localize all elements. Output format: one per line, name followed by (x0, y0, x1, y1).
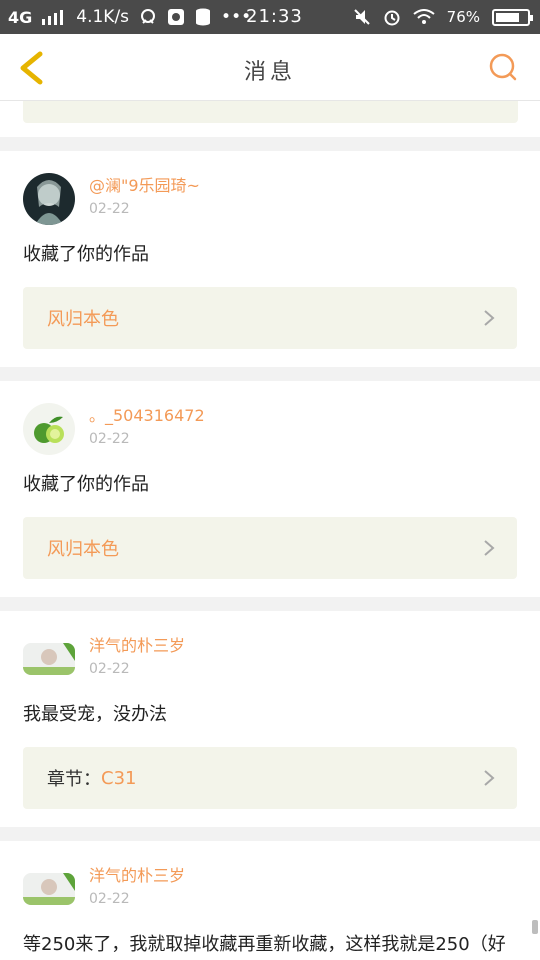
chevron-right-icon (484, 310, 495, 326)
avatar[interactable] (23, 873, 75, 905)
chapter-label: 章节： (47, 769, 101, 790)
alarm-icon (384, 10, 400, 26)
chapter-reference-button[interactable]: 章节： C31 (23, 747, 517, 809)
username[interactable]: @澜"9乐园琦~ (89, 175, 200, 197)
date: 02-22 (89, 661, 130, 677)
qq-icon (141, 9, 156, 24)
message-text: 收藏了你的作品 (23, 244, 149, 265)
app-icon (168, 9, 185, 25)
status-bar: 4G 4.1K/s ••• 21:33 76% (0, 0, 540, 34)
chapter-value: C31 (101, 767, 137, 789)
username[interactable]: 洋气的朴三岁 (89, 865, 185, 887)
header: 消息 (0, 34, 540, 101)
status-time: 21:33 (246, 6, 303, 27)
work-reference-button[interactable]: 风归本色 (23, 517, 517, 579)
list-item-partial (0, 101, 540, 137)
username[interactable]: 洋气的朴三岁 (89, 635, 185, 657)
chevron-right-icon (484, 770, 495, 786)
mute-icon (353, 9, 370, 25)
list-item: @澜"9乐园琦~ 02-22 收藏了你的作品 风归本色 (0, 151, 540, 367)
signal-bars-icon (42, 10, 64, 25)
avatar[interactable] (23, 173, 75, 225)
avatar[interactable] (23, 643, 75, 675)
list-item: 洋气的朴三岁 02-22 我最受宠，没办法 章节： C31 (0, 611, 540, 827)
page-title: 消息 (243, 60, 296, 85)
message-text: 收藏了你的作品 (23, 474, 149, 495)
list-item: 洋气的朴三岁 02-22 等250来了，我就取掉收藏再重新收藏，这样我就是250… (0, 841, 540, 960)
scrollbar[interactable] (532, 920, 538, 934)
work-reference-button[interactable]: 风归本色 (23, 287, 517, 349)
network-indicator: 4G (8, 7, 33, 27)
date: 02-22 (89, 201, 130, 217)
message-list[interactable]: @澜"9乐园琦~ 02-22 收藏了你的作品 风归本色 。_504316472 … (0, 101, 540, 960)
battery-percent: 76% (446, 8, 480, 26)
message-text: 等250来了，我就取掉收藏再重新收藏，这样我就是250（好像不对）了- -|| (23, 934, 506, 955)
network-speed: 4.1K/s (76, 7, 130, 27)
wifi-icon (413, 9, 435, 24)
avatar[interactable] (23, 403, 75, 455)
chevron-right-icon (484, 540, 495, 556)
storage-icon (196, 8, 211, 26)
list-item: 。_504316472 02-22 收藏了你的作品 风归本色 (0, 381, 540, 597)
search-icon[interactable] (488, 52, 518, 82)
battery-icon (492, 8, 533, 26)
date: 02-22 (89, 891, 130, 907)
work-title: 风归本色 (47, 539, 119, 560)
username[interactable]: 。_504316472 (89, 405, 205, 427)
work-title: 风归本色 (47, 309, 119, 330)
message-text: 我最受宠，没办法 (23, 704, 167, 725)
date: 02-22 (89, 431, 130, 447)
